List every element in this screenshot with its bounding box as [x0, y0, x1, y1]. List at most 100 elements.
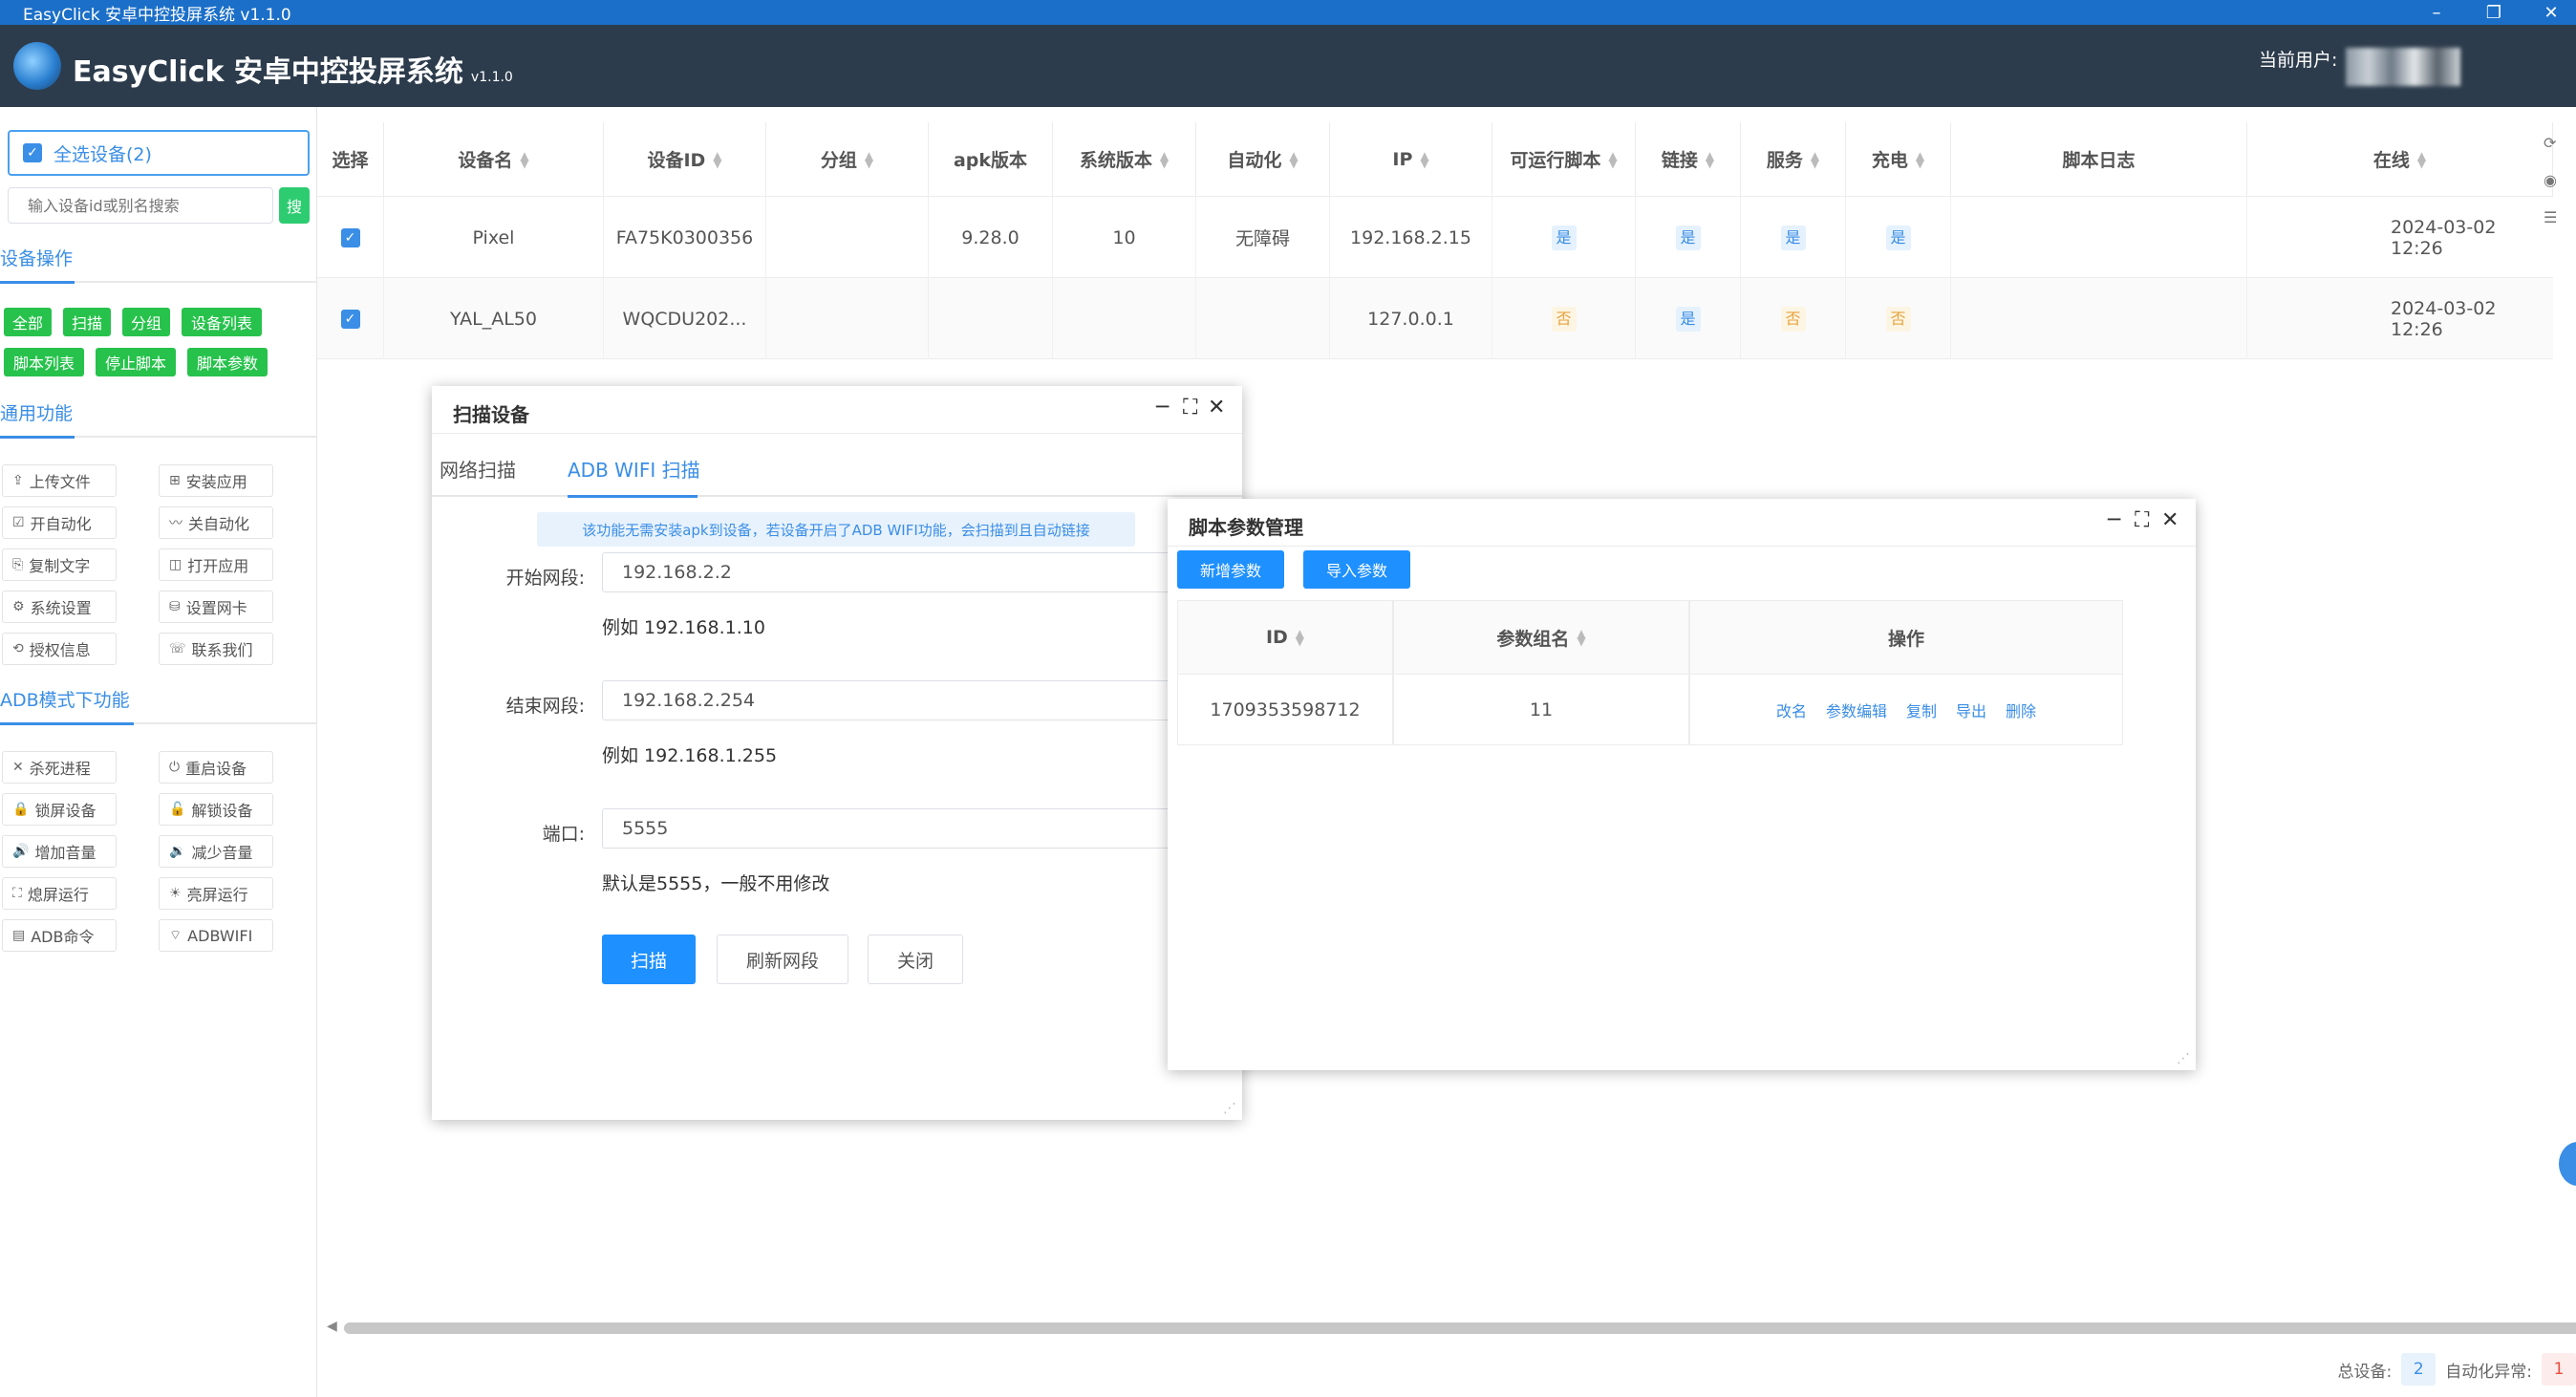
maximize-icon[interactable]: ⛶ — [1183, 396, 1197, 419]
minimize-icon[interactable]: ─ — [2108, 508, 2120, 532]
import-param-button[interactable]: 导入参数 — [1303, 550, 1410, 589]
delete-link[interactable]: 删除 — [2006, 698, 2036, 721]
column-header-id[interactable]: 设备ID ▲ ▼ — [604, 122, 766, 197]
general-button-6[interactable]: ⚙ 系统设置 — [2, 591, 117, 623]
column-header-online[interactable]: 在线 ▲ ▼ — [2247, 122, 2553, 197]
row-checkbox[interactable]: ✓ — [340, 309, 360, 329]
user-avatar[interactable] — [2346, 48, 2460, 86]
general-button-7[interactable]: ⛁ 设置网卡 — [159, 591, 273, 623]
column-header-automation[interactable]: 自动化 ▲ ▼ — [1196, 122, 1330, 197]
adb-button-6[interactable]: ⛶ 熄屏运行 — [2, 877, 117, 910]
dialog-title: 扫描设备 — [453, 403, 529, 426]
maximize-icon[interactable]: ⛶ — [2135, 508, 2149, 532]
sort-icon[interactable]: ▲ ▼ — [1608, 150, 1617, 169]
row-checkbox[interactable]: ✓ — [340, 227, 360, 247]
close-icon[interactable]: ✕ — [1208, 396, 1225, 419]
general-button-5[interactable]: ◫ 打开应用 — [159, 548, 273, 581]
adb-button-label: 锁屏设备 — [34, 802, 97, 820]
refresh-range-button[interactable]: 刷新网段 — [717, 935, 848, 984]
filter-icon[interactable]: ☰ — [2544, 208, 2576, 226]
cell-checked[interactable]: ✓ — [317, 197, 384, 278]
adb-functions-title: ADB模式下功能 — [0, 690, 130, 711]
adb-button-7[interactable]: ☀ 亮屏运行 — [159, 877, 273, 910]
ip-text: 192.168.2.15 — [1350, 226, 1471, 248]
sort-icon[interactable]: ▲ ▼ — [2417, 150, 2426, 169]
column-header-actions: 操作 — [1689, 600, 2123, 675]
sort-icon[interactable]: ▲ ▼ — [1289, 150, 1298, 169]
cell-checked[interactable]: ✓ — [317, 278, 384, 359]
cell-service: 否 — [1741, 278, 1846, 359]
script-params-button[interactable]: 脚本参数 — [187, 348, 268, 376]
column-header-group-name[interactable]: 参数组名 ▲ ▼ — [1393, 600, 1689, 675]
device-search-button[interactable]: 搜 — [279, 187, 310, 224]
column-header-charging[interactable]: 充电 ▲ ▼ — [1846, 122, 1951, 197]
general-button-2[interactable]: ☑ 开自动化 — [2, 506, 117, 539]
horizontal-scrollbar[interactable]: ◀ — [327, 1319, 2576, 1334]
export-link[interactable]: 导出 — [1956, 698, 1986, 721]
floating-action-button[interactable] — [2559, 1142, 2576, 1186]
volume-up-icon: 🔊 — [12, 844, 30, 859]
table-row[interactable]: ✓ Pixel FA75K0300356 9.28.0 10 无障碍 192.168.2.1… — [317, 197, 2553, 278]
column-header-group[interactable]: 分组 ▲ ▼ — [766, 122, 929, 197]
column-header-service[interactable]: 服务 ▲ ▼ — [1741, 122, 1846, 197]
general-button-9[interactable]: ☏ 联系我们 — [159, 633, 273, 665]
tab-network-scan[interactable]: 网络扫描 — [440, 455, 516, 483]
sort-icon[interactable]: ▲ ▼ — [1916, 150, 1924, 169]
general-button-1[interactable]: ⊞ 安装应用 — [159, 464, 273, 497]
column-header-os[interactable]: 系统版本 ▲ ▼ — [1053, 122, 1196, 197]
sort-icon[interactable]: ▲ ▼ — [520, 150, 528, 169]
sort-icon[interactable]: ▲ ▼ — [1811, 150, 1819, 169]
app-name: EasyClick 安卓中控投屏系统 — [73, 55, 463, 89]
minimize-button[interactable]: – — [2408, 0, 2465, 25]
adb-button-8[interactable]: ▤ ADB命令 — [2, 919, 117, 952]
resize-grip-icon[interactable]: ⋰ — [1223, 1101, 1236, 1116]
general-button-8[interactable]: ⟲ 授权信息 — [2, 633, 117, 665]
sort-icon[interactable]: ▲ ▼ — [1160, 150, 1169, 169]
adb-button-5[interactable]: 🔉 减少音量 — [159, 835, 273, 868]
sort-icon[interactable]: ▲ ▼ — [1706, 150, 1714, 169]
rename-link[interactable]: 改名 — [1776, 698, 1807, 721]
column-header-runnable[interactable]: 可运行脚本 ▲ ▼ — [1492, 122, 1636, 197]
refresh-icon[interactable]: ⟳ — [2544, 134, 2576, 152]
adb-button-0[interactable]: ✕ 杀死进程 — [2, 751, 117, 784]
scan-button[interactable]: 扫描 — [63, 308, 111, 336]
scan-start-button[interactable]: 扫描 — [602, 935, 696, 984]
tab-adb-wifi-scan[interactable]: ADB WIFI 扫描 — [568, 455, 700, 483]
sort-icon[interactable]: ▲ ▼ — [1420, 150, 1428, 169]
resize-grip-icon[interactable]: ⋰ — [2177, 1051, 2190, 1066]
window-close-button[interactable]: ✕ — [2522, 0, 2576, 25]
sort-icon[interactable]: ▲ ▼ — [865, 150, 873, 169]
minimize-icon[interactable]: ─ — [1156, 396, 1169, 419]
column-header-link[interactable]: 链接 ▲ ▼ — [1636, 122, 1741, 197]
device-list-button[interactable]: 设备列表 — [182, 308, 262, 336]
group-button[interactable]: 分组 — [122, 308, 170, 336]
adb-button-4[interactable]: 🔊 增加音量 — [2, 835, 117, 868]
stop-script-button[interactable]: 停止脚本 — [96, 348, 176, 376]
scroll-left-icon[interactable]: ◀ — [327, 1319, 337, 1334]
adb-button-1[interactable]: ⏻ 重启设备 — [159, 751, 273, 784]
close-dialog-button[interactable]: 关闭 — [868, 935, 963, 984]
view-icon[interactable]: ◉ — [2544, 171, 2576, 189]
close-icon[interactable]: ✕ — [2161, 508, 2179, 532]
table-row[interactable]: ✓ YAL_AL50 WQCDU202... 127.0.0.1 否 是 否 否 2024-03… — [317, 278, 2553, 359]
general-button-4[interactable]: ⎘ 复制文字 — [2, 548, 117, 581]
edit-params-link[interactable]: 参数编辑 — [1826, 698, 1887, 721]
general-button-0[interactable]: ⇪ 上传文件 — [2, 464, 117, 497]
all-devices-button[interactable]: 全部 — [4, 308, 52, 336]
script-list-button[interactable]: 脚本列表 — [4, 348, 84, 376]
column-header-name[interactable]: 设备名 ▲ ▼ — [384, 122, 604, 197]
sort-icon[interactable]: ▲ ▼ — [713, 150, 721, 169]
add-param-button[interactable]: 新增参数 — [1177, 550, 1284, 589]
lock-icon: 🔒 — [12, 802, 30, 817]
restore-button[interactable]: ❐ — [2465, 0, 2522, 25]
column-header-id[interactable]: ID ▲ ▼ — [1177, 600, 1393, 675]
adb-button-9[interactable]: ⌔ ADBWIFI — [159, 919, 273, 952]
column-header-ip[interactable]: IP ▲ ▼ — [1330, 122, 1492, 197]
general-button-3[interactable]: 〰关自动化 — [159, 506, 273, 539]
adb-button-2[interactable]: 🔒 锁屏设备 — [2, 793, 117, 826]
adb-button-3[interactable]: 🔓 解锁设备 — [159, 793, 273, 826]
device-search-input[interactable] — [8, 187, 273, 224]
select-all-devices-checkbox[interactable]: ✓ 全选设备(2) — [8, 130, 310, 176]
scrollbar-thumb[interactable] — [344, 1322, 2576, 1334]
copy-link[interactable]: 复制 — [1906, 698, 1937, 721]
